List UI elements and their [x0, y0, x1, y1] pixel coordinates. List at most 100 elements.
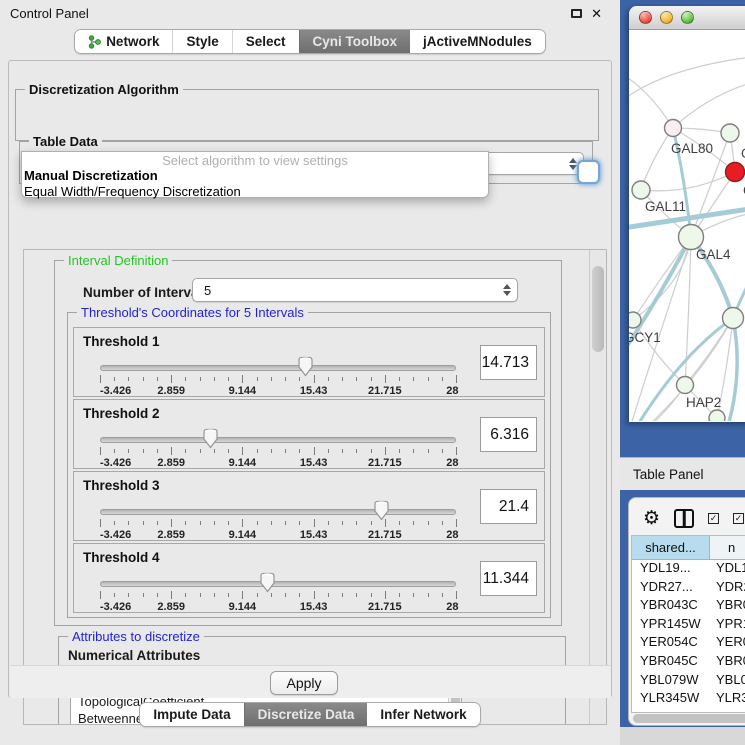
table-row[interactable]: YLR345WYLR3 — [632, 690, 745, 709]
tab-network[interactable]: Network — [75, 30, 172, 53]
network-edge[interactable] — [673, 78, 745, 128]
checkbox-icon[interactable]: ✓ — [708, 513, 719, 524]
slider-ticks — [100, 447, 456, 456]
popup-option-equal-width[interactable]: Equal Width/Frequency Discretization — [22, 184, 488, 200]
tab-infer-network[interactable]: Infer Network — [367, 703, 479, 726]
popup-option-manual-discretization[interactable]: Manual Discretization — [22, 168, 488, 184]
node-label: HAP2 — [686, 395, 721, 410]
threshold-slider[interactable]: -3.4262.8599.14415.4321.71528 — [100, 574, 456, 610]
slider-track[interactable] — [100, 437, 456, 443]
interval-definition-group: Interval Definition Number of Intervals … — [54, 260, 562, 626]
control-panel: Control Panel ✕ Network Style Sel — [0, 0, 620, 745]
panel-scrollbar[interactable] — [589, 250, 606, 725]
network-node[interactable] — [677, 377, 694, 394]
network-svg[interactable]: GAL80GCGAL11GAL4GCY1HHAP2 — [629, 30, 745, 421]
threshold-label: Threshold 4 — [83, 550, 160, 565]
tab-impute-data[interactable]: Impute Data — [140, 703, 243, 726]
column-header-name[interactable]: n — [710, 536, 745, 560]
network-edge-highlighted[interactable] — [729, 318, 737, 421]
table-row[interactable]: YBL079WYBL0 — [632, 672, 745, 691]
network-edge[interactable] — [641, 128, 673, 190]
slider-track[interactable] — [100, 365, 456, 371]
group-title: Attributes to discretize — [68, 629, 204, 644]
bottom-tab-bar: Impute Data Discretize Data Infer Networ… — [0, 702, 620, 730]
numerical-attributes-heading: Numerical Attributes — [68, 648, 200, 663]
slider-track[interactable] — [100, 509, 456, 515]
combo-value: 5 — [193, 283, 497, 298]
tab-style[interactable]: Style — [172, 30, 231, 53]
tab-label: Style — [186, 34, 218, 49]
table-panel-toolbar: ⚙ ✓ ✓ — [629, 504, 745, 532]
threshold-slider[interactable]: -3.4262.8599.14415.4321.71528 — [100, 430, 456, 466]
slider-thumb[interactable] — [258, 572, 277, 593]
slider-track[interactable] — [100, 581, 456, 587]
network-node[interactable] — [632, 181, 650, 199]
table-row[interactable]: YPR145WYPR1 — [632, 616, 745, 635]
slider-thumb[interactable] — [296, 356, 315, 377]
threshold-slider[interactable]: -3.4262.8599.14415.4321.71528 — [100, 502, 456, 538]
tab-pill: Network Style Select Cyni Toolbox jActiv… — [74, 29, 546, 54]
minimize-traffic-light[interactable] — [660, 11, 673, 24]
table-row[interactable]: YER054CYER0 — [632, 634, 745, 653]
tab-cyni-toolbox[interactable]: Cyni Toolbox — [299, 30, 411, 53]
network-node[interactable] — [665, 120, 682, 137]
zoom-traffic-light[interactable] — [681, 11, 694, 24]
gear-icon[interactable]: ⚙ — [643, 509, 660, 528]
slider-scale-labels: -3.4262.8599.14415.4321.71528 — [100, 529, 456, 541]
network-node[interactable] — [726, 163, 745, 182]
split-columns-icon[interactable] — [674, 509, 694, 528]
table-row[interactable]: YDR27...YDR2 — [632, 579, 745, 598]
threshold-panel: Threshold 3 -3.4262.8599.14415.4321.7152… — [73, 471, 545, 541]
tab-select[interactable]: Select — [232, 30, 299, 53]
settings-scroll-viewport: Interval Definition Number of Intervals … — [23, 249, 607, 725]
slider-ticks — [100, 591, 456, 600]
network-edge[interactable] — [685, 237, 691, 385]
slider-thumb[interactable] — [201, 428, 220, 449]
table-row[interactable]: YDL19...YDL1 — [632, 560, 745, 579]
table-panel-title: Table Panel — [633, 467, 704, 482]
network-node[interactable] — [723, 308, 744, 329]
close-traffic-light[interactable] — [639, 11, 652, 24]
panel-footer-strip — [620, 727, 745, 745]
network-node[interactable] — [629, 312, 641, 328]
network-node[interactable] — [679, 225, 704, 250]
column-header-shared-name[interactable]: shared... — [632, 536, 710, 560]
threshold-value-field[interactable]: 14.713 — [480, 345, 537, 380]
threshold-value-field[interactable]: 21.4 — [480, 489, 537, 524]
algorithm-combobox-focused[interactable] — [577, 160, 600, 184]
group-title: Table Data — [29, 134, 102, 149]
top-tab-bar: Network Style Select Cyni Toolbox jActiv… — [0, 29, 620, 57]
checkbox-icon[interactable]: ✓ — [733, 513, 744, 524]
desktop-background: GAL80GCGAL11GAL4GCY1HHAP2 Table Panel ⚙ … — [620, 0, 745, 745]
network-node[interactable] — [721, 124, 739, 142]
table-row[interactable]: YBR043CYBR0 — [632, 597, 745, 616]
network-icon — [88, 35, 101, 49]
slider-thumb[interactable] — [372, 500, 391, 521]
scrollbar-thumb[interactable] — [633, 714, 745, 723]
threshold-value-field[interactable]: 6.316 — [480, 417, 537, 452]
float-window-icon[interactable] — [571, 9, 582, 18]
threshold-label: Threshold 1 — [83, 334, 160, 349]
table-row[interactable]: YIL052CYIL0 — [632, 709, 745, 713]
threshold-slider[interactable]: -3.4262.8599.14415.4321.71528 — [100, 358, 456, 394]
tab-label: Discretize Data — [258, 707, 355, 722]
stepper-arrows-icon — [497, 284, 517, 296]
network-node[interactable] — [709, 410, 725, 421]
network-window-titlebar[interactable] — [629, 6, 745, 30]
node-table-body: YDL19...YDL1YDR27...YDR2YBR043CYBR0YPR14… — [632, 560, 745, 713]
network-edge[interactable] — [641, 172, 735, 191]
close-icon[interactable]: ✕ — [591, 7, 602, 20]
apply-button[interactable]: Apply — [270, 671, 338, 695]
tab-pill: Impute Data Discretize Data Infer Networ… — [139, 702, 480, 727]
apply-strip: Apply — [10, 665, 611, 698]
table-row[interactable]: YBR045CYBR0 — [632, 653, 745, 672]
popup-placeholder: Select algorithm to view settings — [22, 152, 488, 168]
network-canvas[interactable]: GAL80GCGAL11GAL4GCY1HHAP2 — [629, 30, 745, 421]
tab-label: Cyni Toolbox — [313, 34, 398, 49]
table-horizontal-scrollbar[interactable] — [631, 714, 745, 724]
number-of-intervals-combobox[interactable]: 5 — [192, 278, 518, 302]
tab-discretize-data[interactable]: Discretize Data — [244, 703, 368, 726]
tab-jactivemnodules[interactable]: jActiveMNodules — [410, 30, 545, 53]
scrollbar-thumb[interactable] — [592, 266, 604, 352]
threshold-value-field[interactable]: 11.344 — [480, 561, 537, 596]
